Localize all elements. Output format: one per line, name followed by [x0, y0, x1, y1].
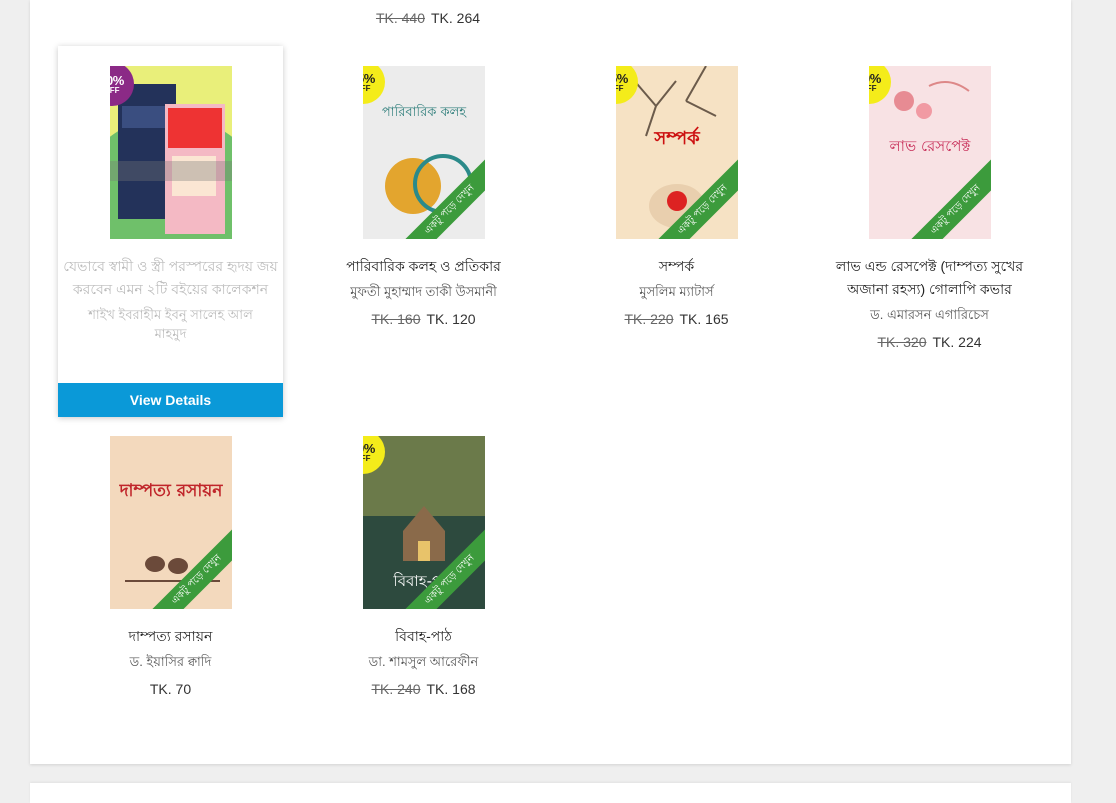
book-author[interactable]: শাইখ ইবরাহীম ইবনু সালেহ আল মাহমুদ — [58, 305, 283, 343]
book-card[interactable]: লাভ রেসপেক্ট একটু পড়ে দেখুন 30%OFF লাভ … — [817, 66, 1042, 350]
svg-text:পারিবারিক কলহ: পারিবারিক কলহ — [381, 104, 466, 120]
next-section-panel — [30, 783, 1071, 803]
book-cover[interactable]: লাভ রেসপেক্ট একটু পড়ে দেখুন 30%OFF — [868, 66, 991, 239]
book-title[interactable]: দাম্পত্য রসায়ন — [58, 625, 283, 648]
book-cover[interactable]: পারিবারিক কলহ একটু পড়ে দেখুন 25%OFF — [362, 66, 485, 239]
book-cover[interactable]: দাম্পত্য রসায়ন একটু পড়ে দেখুন — [109, 436, 232, 609]
book-author[interactable]: ড. এমারসন এগারিচেস — [817, 305, 1042, 324]
book-price: TK. 320 TK. 224 — [877, 334, 982, 350]
book-author[interactable]: মুফতী মুহাম্মাদ তাকী উসমানী — [311, 282, 536, 301]
book-title[interactable]: যেভাবে স্বামী ও স্ত্রী পরস্পরের হৃদয় জয… — [58, 255, 283, 301]
book-card[interactable]: বিবাহ-পাঠ একটু পড়ে দেখুন 30%OFF বিবাহ-প… — [311, 436, 536, 697]
book-author[interactable]: ডা. শামসুল আরেফীন — [311, 652, 536, 671]
book-card[interactable]: 40%OFF যেভাবে স্বামী ও স্ত্রী পরস্পরের হ… — [58, 46, 283, 417]
book-cover[interactable]: 40%OFF — [109, 66, 232, 239]
book-card[interactable]: পারিবারিক কলহ একটু পড়ে দেখুন 25%OFF পার… — [311, 66, 536, 327]
book-card[interactable]: সম্পর্ক একটু পড়ে দেখুন 25%OFF সম্পর্ক ম… — [564, 66, 789, 327]
view-details-button[interactable]: View Details — [58, 383, 283, 417]
book-price: TK. 240 TK. 168 — [371, 681, 476, 697]
new-price: TK. 264 — [431, 10, 481, 26]
svg-text:লাভ রেসপেক্ট: লাভ রেসপেক্ট — [888, 137, 971, 155]
book-card[interactable]: দাম্পত্য রসায়ন একটু পড়ে দেখুন দাম্পত্য… — [58, 436, 283, 697]
book-cover[interactable]: সম্পর্ক একটু পড়ে দেখুন 25%OFF — [615, 66, 738, 239]
book-title[interactable]: লাভ এন্ড রেসপেক্ট (দাম্পত্য সুখের অজানা … — [817, 255, 1042, 301]
book-price: TK. 220 TK. 165 — [624, 311, 729, 327]
old-price: TK. 440 — [375, 10, 425, 26]
book-title[interactable]: সম্পর্ক — [564, 255, 789, 278]
book-author[interactable]: মুসলিম ম্যাটার্স — [564, 282, 789, 301]
svg-text:সম্পর্ক: সম্পর্ক — [653, 126, 701, 149]
book-title[interactable]: বিবাহ-পাঠ — [311, 625, 536, 648]
book-title[interactable]: পারিবারিক কলহ ও প্রতিকার — [311, 255, 536, 278]
book-author[interactable]: ড. ইয়াসির ক্বাদি — [58, 652, 283, 671]
book-price: TK. 160 TK. 120 — [371, 311, 476, 327]
book-price: TK. 70 — [149, 681, 192, 697]
book-cover[interactable]: বিবাহ-পাঠ একটু পড়ে দেখুন 30%OFF — [362, 436, 485, 609]
svg-text:দাম্পত্য রসায়ন: দাম্পত্য রসায়ন — [118, 481, 223, 501]
previous-row-price: TK. 440 TK. 264 — [340, 10, 516, 26]
